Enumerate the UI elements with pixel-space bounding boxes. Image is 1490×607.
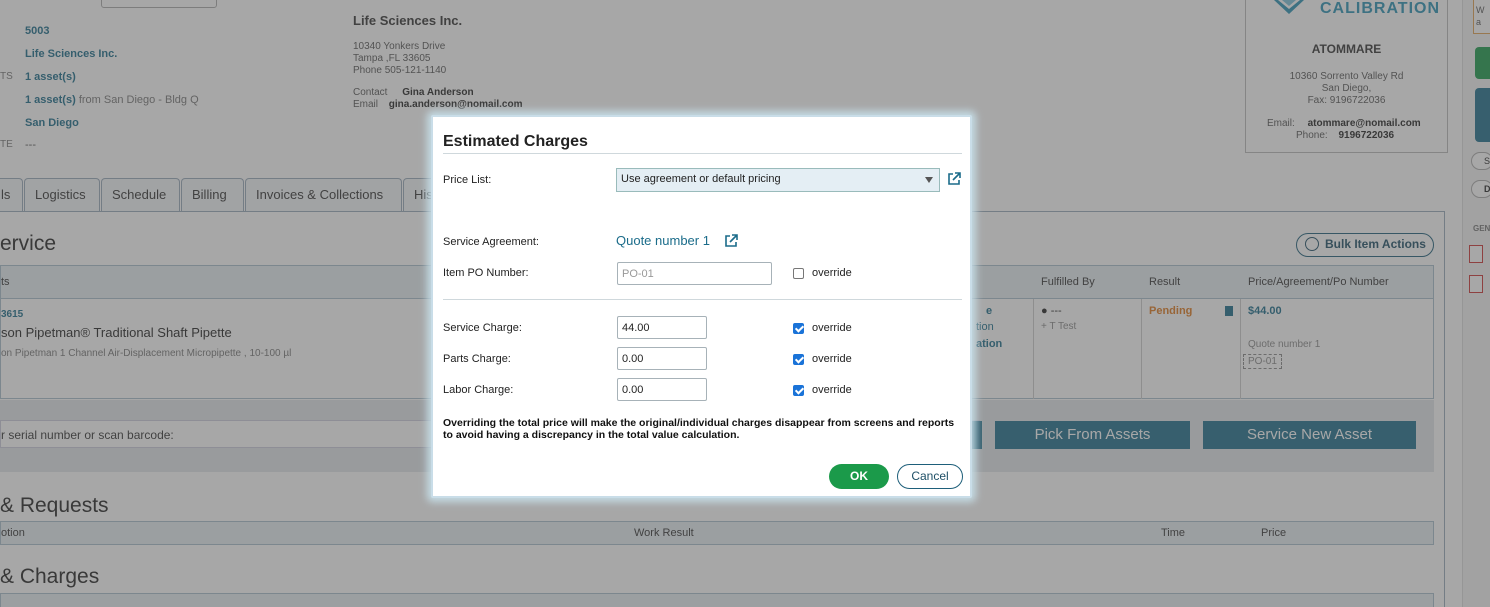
parts-charge-label: Parts Charge: bbox=[443, 353, 511, 365]
service-charge-input[interactable]: 44.00 bbox=[617, 316, 707, 339]
parts-override-checkbox[interactable] bbox=[793, 354, 804, 365]
po-number-input[interactable]: PO-01 bbox=[617, 262, 772, 285]
service-override-label: override bbox=[812, 322, 852, 334]
price-list-value: Use agreement or default pricing bbox=[621, 173, 781, 185]
parts-charge-input[interactable]: 0.00 bbox=[617, 347, 707, 370]
service-charge-label: Service Charge: bbox=[443, 322, 522, 334]
section-divider bbox=[443, 299, 962, 300]
title-divider bbox=[443, 153, 962, 154]
chevron-down-icon bbox=[925, 177, 933, 183]
po-override-label: override bbox=[812, 267, 852, 279]
override-warning-note: Overriding the total price will make the… bbox=[443, 417, 955, 441]
labor-charge-input[interactable]: 0.00 bbox=[617, 378, 707, 401]
parts-override-label: override bbox=[812, 353, 852, 365]
cancel-button[interactable]: Cancel bbox=[897, 464, 963, 489]
labor-override-label: override bbox=[812, 384, 852, 396]
labor-override-checkbox[interactable] bbox=[793, 385, 804, 396]
price-list-label: Price List: bbox=[443, 174, 492, 186]
service-override-checkbox[interactable] bbox=[793, 323, 804, 334]
po-number-label: Item PO Number: bbox=[443, 267, 529, 279]
price-list-select[interactable]: Use agreement or default pricing bbox=[616, 168, 940, 192]
ok-button[interactable]: OK bbox=[829, 464, 889, 489]
labor-charge-label: Labor Charge: bbox=[443, 384, 514, 396]
external-link-icon[interactable] bbox=[947, 172, 961, 186]
service-agreement-label: Service Agreement: bbox=[443, 236, 539, 248]
estimated-charges-dialog: Estimated Charges Price List: Use agreem… bbox=[431, 115, 972, 498]
external-link-icon[interactable] bbox=[724, 234, 738, 248]
po-override-checkbox[interactable] bbox=[793, 268, 804, 279]
service-agreement-link[interactable]: Quote number 1 bbox=[616, 233, 710, 248]
dialog-title: Estimated Charges bbox=[443, 133, 588, 150]
